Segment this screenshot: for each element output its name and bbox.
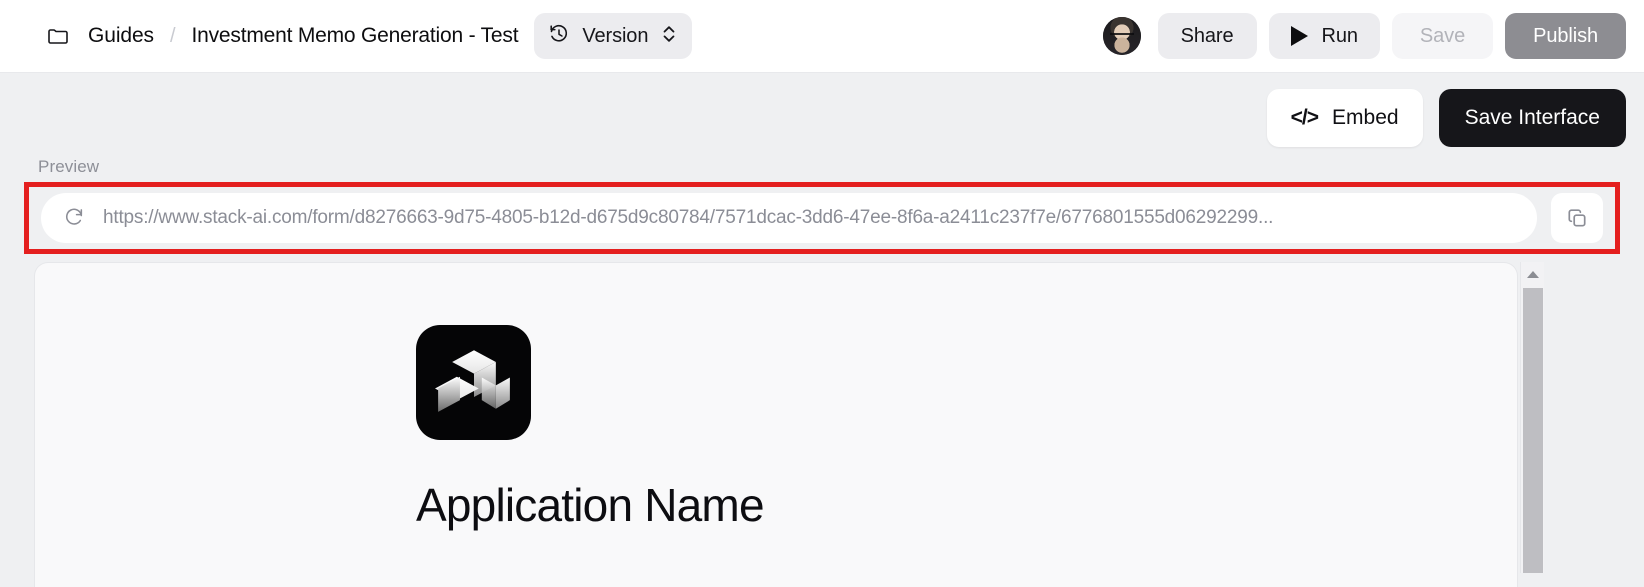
- breadcrumb-current-title[interactable]: Investment Memo Generation - Test: [192, 24, 519, 48]
- history-clock-icon: [548, 23, 570, 50]
- url-bar-row: https://www.stack-ai.com/form/d8276663-9…: [29, 187, 1615, 249]
- scroll-thumb[interactable]: [1523, 288, 1543, 573]
- play-icon: [1290, 26, 1308, 46]
- preview-url-field[interactable]: https://www.stack-ai.com/form/d8276663-9…: [41, 193, 1537, 243]
- chevron-up-down-icon: [660, 23, 678, 50]
- breadcrumb-root-link[interactable]: Guides: [88, 24, 154, 48]
- scroll-up-triangle: [1526, 270, 1539, 278]
- copy-url-button[interactable]: [1551, 193, 1603, 243]
- version-selector[interactable]: Version: [534, 13, 693, 59]
- embed-button-label: Embed: [1332, 106, 1399, 129]
- folder-icon: [46, 24, 70, 48]
- cubes-logo-glyph: [434, 349, 510, 412]
- preview-scrollbar[interactable]: [1520, 262, 1544, 573]
- preview-panel: Application Name: [34, 262, 1518, 587]
- save-button[interactable]: Save: [1391, 13, 1494, 59]
- run-button-label: Run: [1321, 24, 1358, 47]
- stack-ai-cubes-logo: [416, 325, 531, 440]
- preview-section-label: Preview: [38, 157, 100, 176]
- refresh-icon[interactable]: [63, 205, 85, 232]
- code-brackets-icon: </>: [1290, 106, 1319, 129]
- embed-button[interactable]: </> Embed: [1266, 89, 1423, 147]
- preview-url-text: https://www.stack-ai.com/form/d8276663-9…: [103, 207, 1274, 228]
- avatar[interactable]: [1102, 17, 1141, 55]
- preview-app-name: Application Name: [416, 479, 765, 531]
- interface-action-row: </> Embed Save Interface: [1266, 89, 1626, 147]
- header-actions: Share Run Save Publish: [1102, 13, 1626, 59]
- scroll-up-arrow-icon[interactable]: [1521, 262, 1544, 286]
- version-selector-label: Version: [582, 24, 649, 47]
- copy-icon: [1568, 209, 1586, 227]
- publish-button[interactable]: Publish: [1505, 13, 1626, 59]
- breadcrumb: Guides / Investment Memo Generation - Te…: [46, 24, 519, 48]
- save-interface-button[interactable]: Save Interface: [1438, 89, 1626, 147]
- breadcrumb-separator: /: [169, 24, 176, 47]
- top-header-bar: Guides / Investment Memo Generation - Te…: [0, 0, 1644, 73]
- share-button[interactable]: Share: [1157, 13, 1257, 59]
- avatar-glasses: [1109, 33, 1134, 40]
- url-bar-highlight-box: https://www.stack-ai.com/form/d8276663-9…: [24, 182, 1620, 254]
- run-button[interactable]: Run: [1268, 13, 1380, 59]
